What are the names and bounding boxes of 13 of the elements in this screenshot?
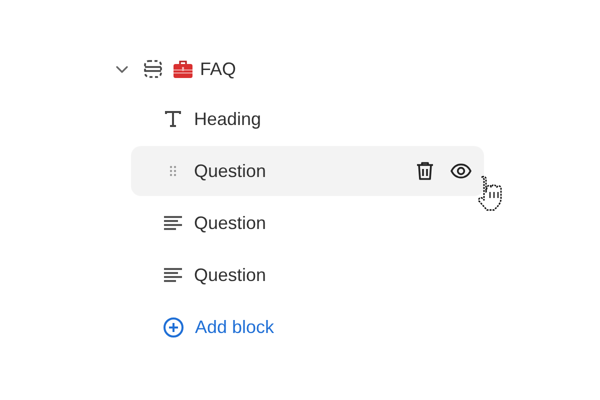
- plus-circle-icon: [163, 316, 184, 338]
- group-icon: [142, 58, 164, 80]
- drag-handle-icon[interactable]: [169, 165, 177, 177]
- trash-icon[interactable]: [414, 160, 436, 182]
- add-block-button[interactable]: Add block: [131, 302, 484, 352]
- block-item[interactable]: Question: [131, 198, 484, 248]
- block-item[interactable]: Heading: [131, 94, 484, 144]
- toolbox-icon: [172, 58, 194, 80]
- group-title[interactable]: FAQ: [200, 58, 236, 80]
- paragraph-icon: [163, 213, 183, 233]
- paragraph-icon: [163, 265, 183, 285]
- block-item[interactable]: Question: [131, 250, 484, 300]
- text-type-icon: [163, 109, 183, 129]
